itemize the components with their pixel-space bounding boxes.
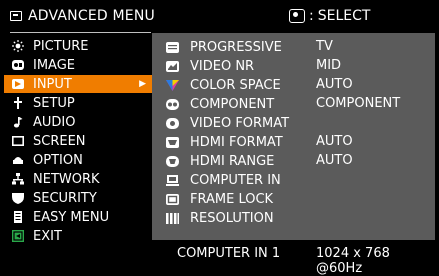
header-title-text: ADVANCED MENU — [28, 8, 155, 24]
select-icon — [289, 9, 305, 23]
computer-in-icon — [166, 174, 179, 186]
signal-resolution: 1024 x 768 @60Hz — [316, 246, 390, 276]
picture-icon — [12, 40, 24, 52]
menu-item-label: NETWORK — [33, 171, 100, 187]
setting-component[interactable]: COMPONENT COMPONENT — [152, 95, 435, 113]
menu-item-label: INPUT — [33, 76, 72, 92]
setting-label: PROGRESSIVE — [190, 39, 282, 55]
submenu-arrow-icon: ▶ — [139, 79, 146, 89]
menu-item-label: EXIT — [33, 228, 62, 244]
setting-label: HDMI FORMAT — [190, 134, 283, 150]
main-menu: PICTURE IMAGE INPUT ▶ SETUP AUDIO SCREEN… — [4, 33, 152, 265]
menu-item-picture[interactable]: PICTURE — [4, 37, 152, 55]
component-icon — [166, 98, 179, 110]
menu-item-exit[interactable]: EXIT — [4, 227, 152, 245]
video-format-icon — [166, 117, 179, 129]
setting-label: COMPUTER IN — [190, 172, 281, 188]
easy-menu-icon — [12, 211, 24, 223]
menu-item-audio[interactable]: AUDIO — [4, 113, 152, 131]
setting-color-space[interactable]: COLOR SPACE AUTO — [152, 76, 435, 94]
status-footer: COMPUTER IN 1 1024 x 768 @60Hz — [152, 240, 435, 276]
menu-item-label: PICTURE — [33, 38, 89, 54]
menu-item-security[interactable]: SECURITY — [4, 189, 152, 207]
network-icon — [12, 173, 24, 185]
projector-osd: ADVANCED MENU : SELECT PICTURE IMAGE INP… — [0, 0, 439, 276]
setting-video-format[interactable]: VIDEO FORMAT — [152, 114, 435, 132]
setting-resolution[interactable]: RESOLUTION — [152, 209, 435, 227]
setting-frame-lock[interactable]: FRAME LOCK — [152, 190, 435, 208]
image-icon — [12, 59, 24, 71]
setting-label: FRAME LOCK — [190, 191, 274, 207]
setting-value: AUTO — [316, 134, 353, 149]
menu-item-screen[interactable]: SCREEN — [4, 132, 152, 150]
hdmi-range-icon — [166, 155, 179, 167]
menu-item-label: OPTION — [33, 152, 83, 168]
setting-label: VIDEO NR — [190, 58, 255, 74]
progressive-icon — [166, 41, 179, 53]
setting-hdmi-range[interactable]: HDMI RANGE AUTO — [152, 152, 435, 170]
setting-label: COLOR SPACE — [190, 77, 281, 93]
menu-item-option[interactable]: OPTION — [4, 151, 152, 169]
setting-video-nr[interactable]: VIDEO NR MID — [152, 57, 435, 75]
setting-label: RESOLUTION — [190, 210, 274, 226]
menu-item-label: AUDIO — [33, 114, 76, 130]
menu-item-label: EASY MENU — [33, 209, 110, 225]
menu-item-setup[interactable]: SETUP — [4, 94, 152, 112]
setting-value: TV — [316, 39, 333, 54]
menu-item-label: SETUP — [33, 95, 75, 111]
option-icon — [12, 154, 24, 166]
video-nr-icon — [166, 60, 179, 72]
input-icon — [12, 78, 24, 90]
current-source: COMPUTER IN 1 — [177, 246, 281, 261]
menu-item-network[interactable]: NETWORK — [4, 170, 152, 188]
setting-value: AUTO — [316, 77, 353, 92]
setting-computer-in[interactable]: COMPUTER IN — [152, 171, 435, 189]
menu-item-image[interactable]: IMAGE — [4, 56, 152, 74]
audio-icon — [12, 116, 24, 128]
setting-label: COMPONENT — [190, 96, 275, 112]
security-icon — [12, 192, 24, 204]
setting-hdmi-format[interactable]: HDMI FORMAT AUTO — [152, 133, 435, 151]
setting-label: VIDEO FORMAT — [190, 115, 290, 131]
menu-icon — [10, 11, 22, 21]
setting-value: MID — [316, 58, 342, 73]
header-bar: ADVANCED MENU : SELECT — [4, 4, 435, 34]
input-submenu: PROGRESSIVE TV VIDEO NR MID COLOR SPACE … — [152, 33, 435, 240]
setting-label: HDMI RANGE — [190, 153, 275, 169]
menu-item-easy-menu[interactable]: EASY MENU — [4, 208, 152, 226]
header-title: ADVANCED MENU — [10, 8, 155, 24]
setting-value: AUTO — [316, 153, 353, 168]
select-hint: : SELECT — [289, 8, 370, 24]
select-label: SELECT — [317, 8, 371, 24]
setting-value: COMPONENT — [316, 96, 401, 111]
exit-icon — [12, 230, 24, 242]
setup-icon — [12, 97, 24, 109]
menu-item-label: SECURITY — [33, 190, 97, 206]
color-space-icon — [166, 79, 179, 91]
select-colon: : — [309, 8, 314, 24]
frame-lock-icon — [166, 193, 179, 205]
menu-item-input[interactable]: INPUT ▶ — [4, 75, 152, 93]
screen-icon — [12, 135, 24, 147]
resolution-icon — [166, 212, 179, 224]
menu-item-label: SCREEN — [33, 133, 86, 149]
setting-progressive[interactable]: PROGRESSIVE TV — [152, 38, 435, 56]
hdmi-format-icon — [166, 136, 179, 148]
menu-item-label: IMAGE — [33, 57, 76, 73]
